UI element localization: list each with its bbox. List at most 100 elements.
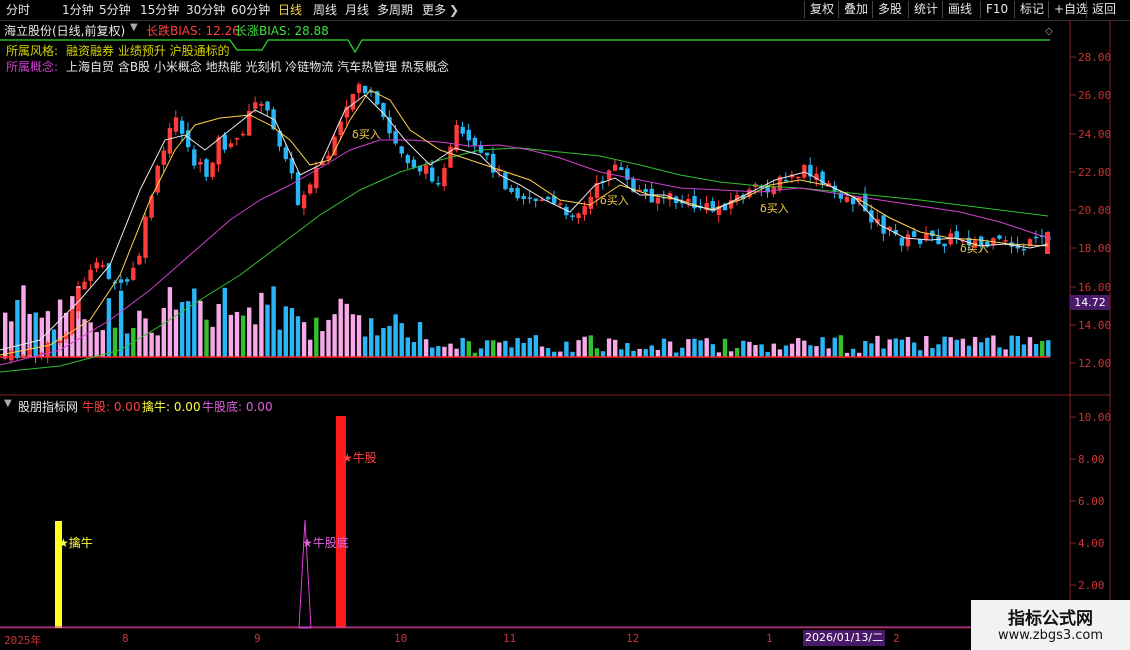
- x-tick: 2: [893, 632, 900, 645]
- candle-body: [265, 101, 270, 111]
- volume-bar: [247, 307, 252, 357]
- x-tick: 8: [122, 632, 129, 645]
- volume-bar: [1021, 344, 1027, 357]
- candle-body: [936, 236, 941, 244]
- candle-body: [295, 172, 301, 205]
- candle-body: [503, 172, 508, 190]
- candle-body: [619, 167, 624, 171]
- ma-short-line: [0, 89, 1049, 356]
- volume-bar: [759, 344, 764, 357]
- volume-bar: [344, 303, 349, 357]
- volume-bar: [210, 326, 215, 357]
- candle-body: [527, 197, 532, 199]
- candle-body: [576, 213, 581, 219]
- volume-bar: [1033, 344, 1039, 357]
- candle-body: [509, 187, 514, 193]
- volume-bar: [631, 350, 636, 357]
- candle-body: [606, 170, 612, 180]
- volume-bar: [460, 337, 465, 357]
- volume-bar: [3, 312, 8, 357]
- volume-bar: [728, 351, 734, 357]
- volume-bar: [863, 340, 868, 357]
- volume-bar: [710, 344, 715, 357]
- volume-bar: [966, 345, 972, 357]
- kline-chart[interactable]: ◇ δ买入 δ买入 δ买入 δ买入 ★擒牛 ★牛股底 ★牛股: [0, 0, 1130, 650]
- volume-bar: [564, 341, 569, 357]
- volume-bar: [814, 346, 819, 357]
- volume-bar: [1003, 349, 1008, 357]
- volume-bar: [570, 351, 575, 357]
- volume-bar: [545, 348, 551, 357]
- candle-body: [198, 161, 203, 165]
- chevron-down-icon[interactable]: ▼: [4, 398, 12, 409]
- volume-bar: [253, 324, 258, 357]
- volume-bar: [619, 349, 624, 357]
- chevron-down-icon[interactable]: ▼: [130, 22, 138, 33]
- volume-bar: [777, 349, 783, 357]
- volume-bar: [893, 338, 898, 357]
- y-tick: 14.00: [1078, 319, 1112, 332]
- volume-bar: [808, 345, 813, 357]
- volume-bar: [301, 322, 307, 357]
- candle-body: [393, 131, 398, 144]
- candle-body: [918, 239, 923, 244]
- volume-bar: [393, 314, 398, 357]
- candle-body: [454, 125, 459, 151]
- volume-bar: [375, 335, 380, 357]
- volume-bar: [918, 350, 923, 357]
- volume-bar: [423, 339, 429, 357]
- volume-bar: [576, 340, 581, 357]
- candle-body: [399, 146, 404, 154]
- volume-bar: [1015, 335, 1020, 357]
- volume-bar: [936, 344, 941, 357]
- volume-bar: [167, 287, 173, 357]
- ma-fast-line: [0, 94, 1049, 351]
- x-tick: 9: [254, 632, 261, 645]
- candle-body: [143, 216, 148, 258]
- qiniu-value: 擒牛: 0.00: [142, 400, 201, 414]
- watermark-logo: 指标公式网 www.zbgs3.com: [971, 600, 1130, 650]
- volume-bar: [960, 338, 966, 357]
- candle-body: [161, 150, 166, 165]
- candle-body: [558, 203, 563, 205]
- candle-body: [222, 134, 227, 150]
- volume-bar: [155, 335, 160, 357]
- candle-body: [283, 147, 288, 160]
- volume-bar: [497, 342, 502, 357]
- candle-body: [137, 255, 142, 265]
- volume-bar: [308, 339, 313, 357]
- volume-bar: [826, 348, 831, 357]
- x-tick: 12: [626, 632, 640, 645]
- volume-bar: [326, 319, 331, 357]
- volume-bar: [985, 337, 990, 357]
- y-tick: 16.00: [1078, 281, 1112, 294]
- candle-body: [362, 85, 368, 94]
- volume-bar: [741, 340, 746, 357]
- candle-body: [911, 231, 917, 237]
- volume-bar: [655, 349, 661, 357]
- volume-bar: [503, 340, 508, 357]
- buy-signal-3: δ买入: [760, 202, 789, 215]
- candle-body: [179, 120, 185, 134]
- candle-body: [216, 137, 221, 165]
- volume-bar: [796, 338, 801, 357]
- candle-body: [478, 145, 484, 153]
- candle-body: [472, 137, 478, 146]
- watermark-url: www.zbgs3.com: [997, 628, 1104, 643]
- sub-y-tick: 8.00: [1078, 453, 1105, 466]
- volume-bar: [942, 336, 947, 357]
- candle-body: [57, 340, 63, 344]
- volume-bar: [442, 346, 447, 357]
- volume-bar: [515, 338, 520, 357]
- candle-body: [1003, 240, 1008, 242]
- volume-bar: [509, 347, 514, 357]
- volume-bar: [704, 338, 709, 357]
- volume-bar: [1027, 337, 1033, 357]
- y-tick: 18.00: [1078, 242, 1112, 255]
- candle-body: [655, 197, 661, 204]
- volume-bar: [369, 318, 374, 357]
- y-tick: 28.00: [1078, 51, 1112, 64]
- volume-bar: [924, 336, 929, 357]
- candle-body: [387, 117, 392, 134]
- volume-bar: [765, 351, 770, 357]
